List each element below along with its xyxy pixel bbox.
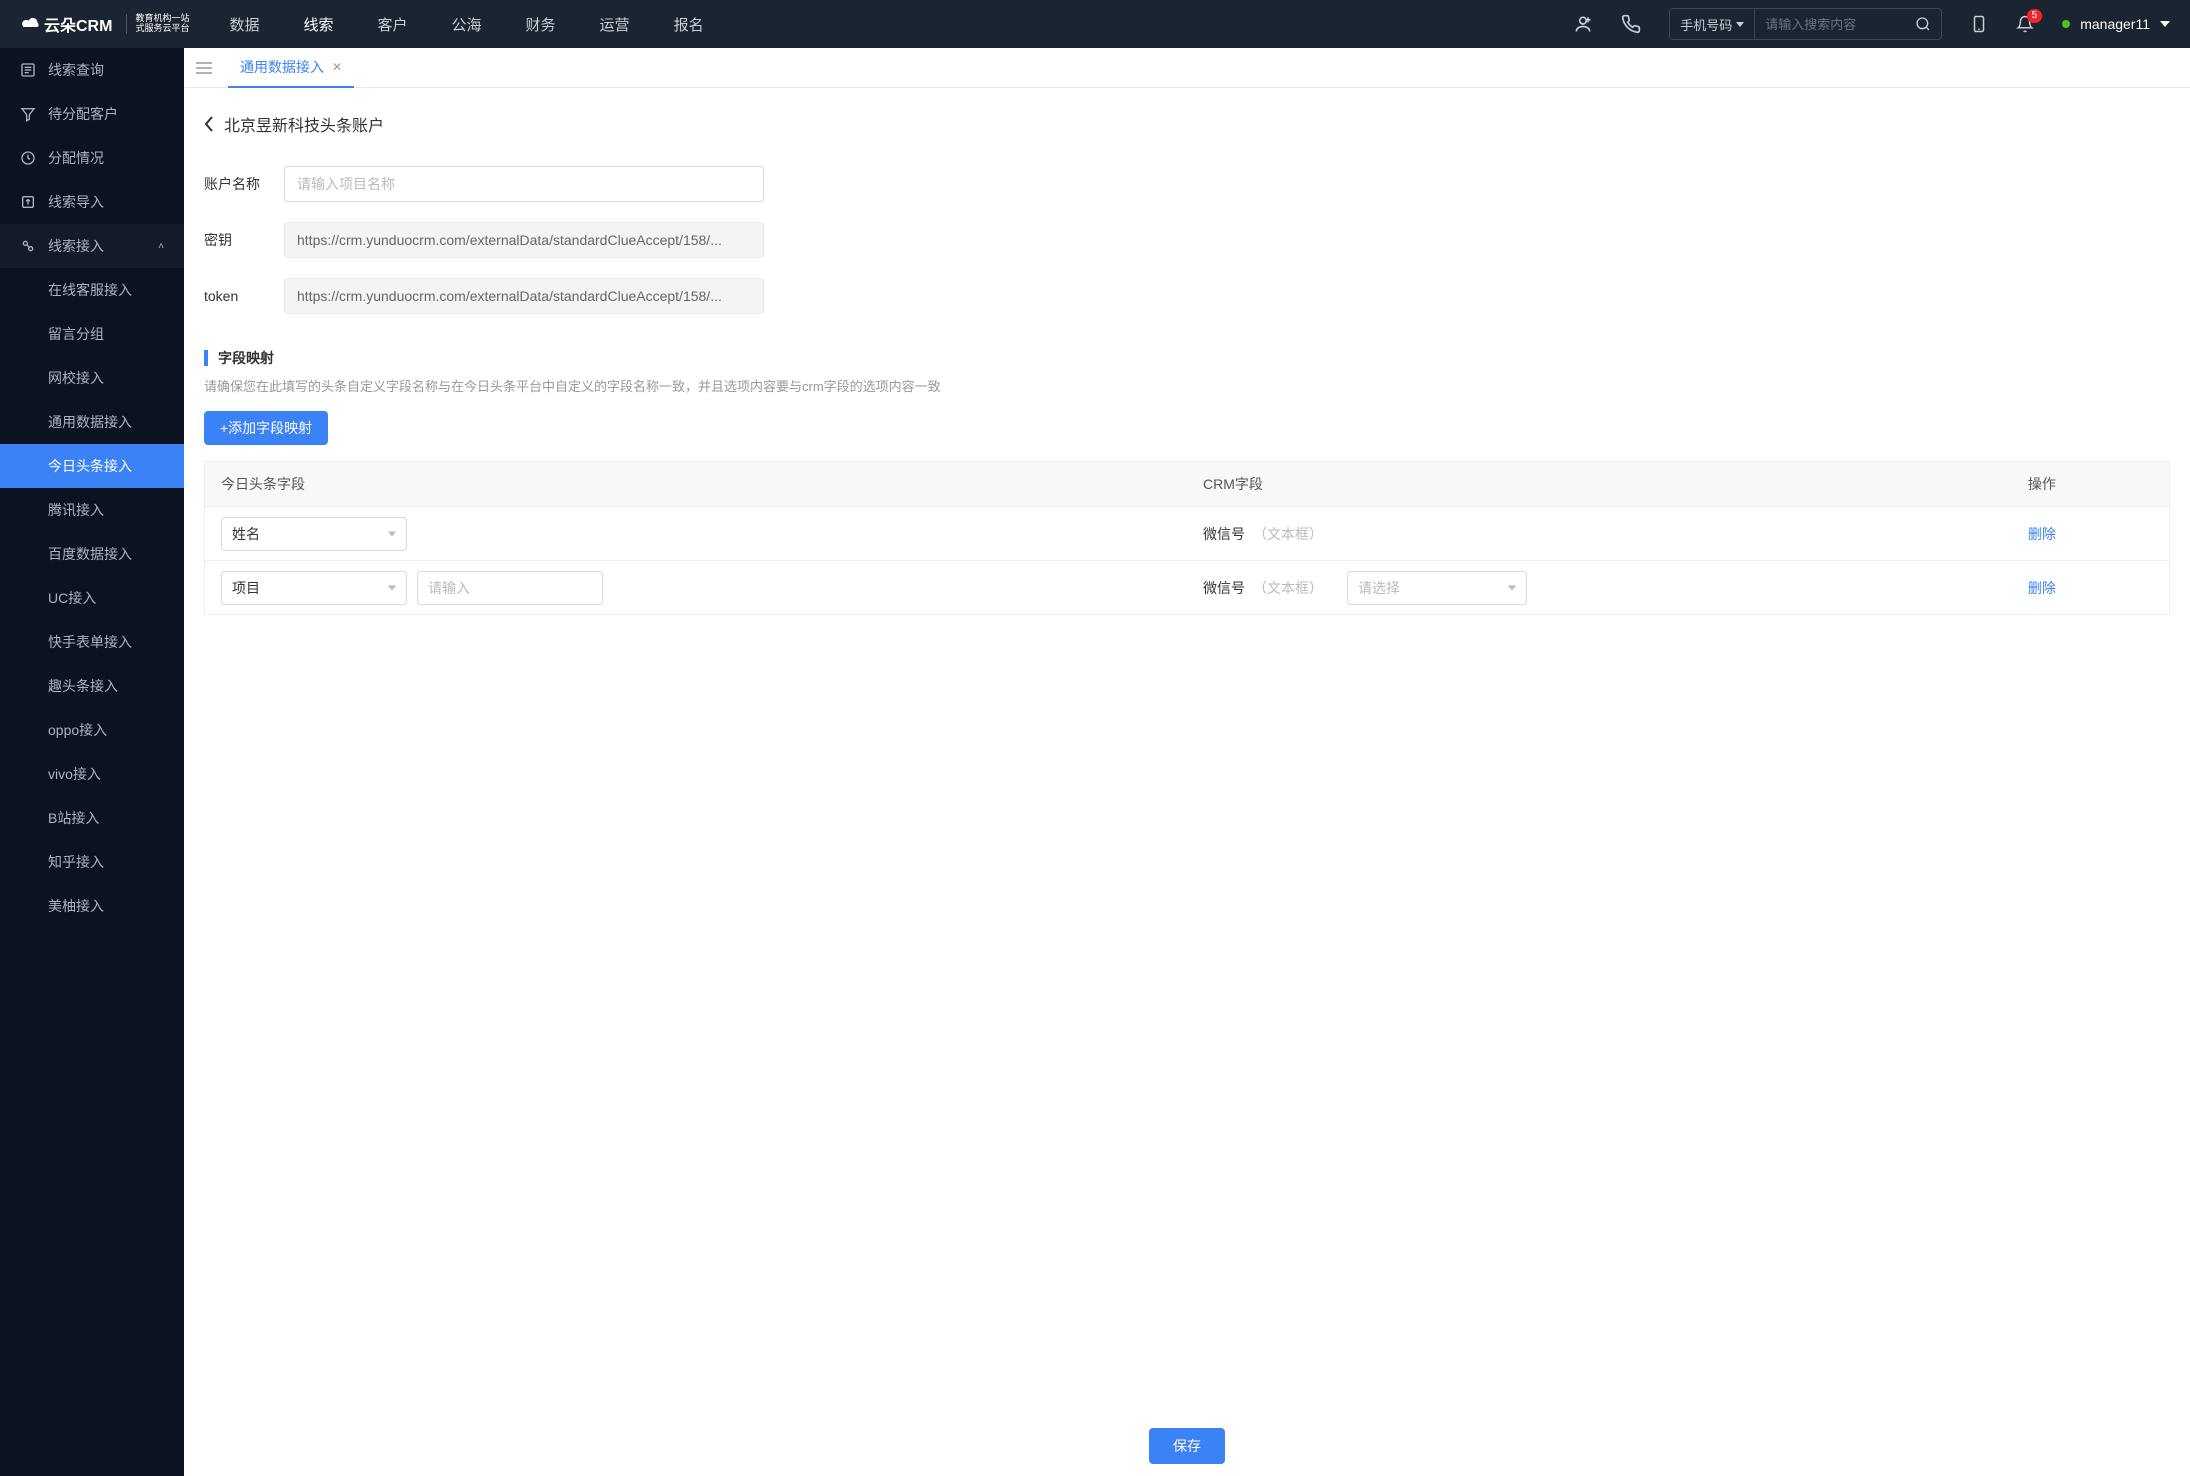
add-mapping-button[interactable]: +添加字段映射 [204,411,328,445]
token-label: token [204,288,284,304]
sidebar-item[interactable]: 线索导入 [0,180,184,224]
sidebar-sub-item[interactable]: vivo接入 [0,752,184,796]
sidebar-item[interactable]: 待分配客户 [0,92,184,136]
col-crm: CRM字段 [1187,474,2012,494]
crm-field-hint: （文本框） [1253,524,1323,544]
nav-item[interactable]: 运营 [600,14,630,35]
plug-icon [20,238,36,254]
save-button[interactable]: 保存 [1149,1428,1225,1464]
tabs-bar: 通用数据接入 ✕ [184,48,2190,88]
mapping-title: 字段映射 [218,348,274,368]
section-bar-icon [204,350,208,366]
tab-item[interactable]: 通用数据接入 ✕ [228,48,354,88]
sidebar-sub-item[interactable]: 快手表单接入 [0,620,184,664]
nav-item[interactable]: 报名 [674,14,704,35]
sidebar-sub-item[interactable]: 网校接入 [0,356,184,400]
crm-field-select[interactable]: 请选择 [1347,571,1527,605]
brand-name: 云朵CRM [44,12,112,36]
account-name-input[interactable] [284,166,764,202]
sidebar-item[interactable]: 线索接入˄ [0,224,184,268]
toutiao-field-select[interactable]: 项目 [221,571,407,605]
secret-input[interactable] [284,222,764,258]
sidebar-sub-item[interactable]: 留言分组 [0,312,184,356]
nav-item[interactable]: 数据 [229,14,259,35]
sidebar: 线索查询待分配客户分配情况线索导入线索接入˄在线客服接入留言分组网校接入通用数据… [0,48,184,1476]
crm-field-hint: （文本框） [1253,578,1323,598]
delete-link[interactable]: 删除 [2028,526,2056,542]
nav-item[interactable]: 公海 [452,14,482,35]
phone-icon[interactable] [1970,15,1988,33]
sidebar-sub-item[interactable]: 今日头条接入 [0,444,184,488]
crm-field-label: 微信号 [1203,524,1245,544]
toutiao-field-select[interactable]: 姓名 [221,517,407,551]
sidebar-collapse-icon[interactable] [196,61,212,75]
chevron-down-icon [2160,21,2170,27]
col-toutiao: 今日头条字段 [205,474,1187,494]
sidebar-sub-item[interactable]: 在线客服接入 [0,268,184,312]
logo: 云朵CRM 教育机构一站 式服务云平台 [20,12,189,36]
sidebar-sub-item[interactable]: 趣头条接入 [0,664,184,708]
table-row: 姓名 微信号 （文本框） 删除 [205,506,2169,560]
sidebar-sub-item[interactable]: 腾讯接入 [0,488,184,532]
cloud-icon [20,16,42,32]
status-dot-icon [2062,20,2070,28]
sidebar-item[interactable]: 线索查询 [0,48,184,92]
tab-label: 通用数据接入 [240,57,324,77]
nav-item[interactable]: 客户 [378,14,408,35]
sidebar-sub-item[interactable]: 美柚接入 [0,884,184,928]
page-content: 北京昱新科技头条账户 账户名称 密钥 token 字段映射 [184,88,2190,1476]
export-icon [20,194,36,210]
bell-icon[interactable]: 5 [2016,15,2034,33]
table-header: 今日头条字段 CRM字段 操作 [205,462,2169,506]
sidebar-sub-item[interactable]: B站接入 [0,796,184,840]
clock-icon [20,150,36,166]
account-name-label: 账户名称 [204,174,284,194]
search-type-select[interactable]: 手机号码 [1670,9,1755,39]
add-user-icon[interactable] [1573,14,1593,34]
filter-icon [20,106,36,122]
toutiao-field-input[interactable] [417,571,603,605]
mapping-desc: 请确保您在此填写的头条自定义字段名称与在今日头条平台中自定义的字段名称一致，并且… [184,376,2190,395]
crm-field-label: 微信号 [1203,578,1245,598]
list-icon [20,62,36,78]
call-icon[interactable] [1621,14,1641,34]
logo-mark: 云朵CRM [20,12,112,36]
sidebar-sub-item[interactable]: oppo接入 [0,708,184,752]
sidebar-sub-item[interactable]: UC接入 [0,576,184,620]
nav-item[interactable]: 财务 [526,14,556,35]
main-content: 通用数据接入 ✕ 北京昱新科技头条账户 账户名称 密钥 [184,48,2190,1476]
nav-item[interactable]: 线索 [303,14,333,35]
chevron-up-icon: ˄ [158,241,164,252]
search-box: 手机号码 [1669,8,1942,40]
search-input[interactable] [1755,17,1905,32]
tab-close-icon[interactable]: ✕ [332,60,342,74]
sidebar-sub-item[interactable]: 百度数据接入 [0,532,184,576]
page-title: 北京昱新科技头条账户 [224,112,384,136]
back-icon[interactable] [204,116,214,132]
col-action: 操作 [2012,474,2169,494]
user-menu[interactable]: manager11 [2062,16,2170,32]
table-row: 项目 微信号 （文本框） 请选择 删除 [205,560,2169,614]
sidebar-sub-item[interactable]: 通用数据接入 [0,400,184,444]
search-icon[interactable] [1905,16,1941,32]
mapping-table: 今日头条字段 CRM字段 操作 姓名微信号（文本框）删除项目微信号（文本框）请选… [204,461,2170,615]
notification-badge: 5 [2027,9,2043,23]
top-header: 云朵CRM 教育机构一站 式服务云平台 数据 线索 客户 公海 财务 运营 报名 手机号码 [0,0,2190,48]
sidebar-sub-item[interactable]: 知乎接入 [0,840,184,884]
footer-bar: 保存 [184,1416,2190,1476]
token-input[interactable] [284,278,764,314]
top-nav: 数据 线索 客户 公海 财务 运营 报名 [229,14,703,35]
brand-sub: 教育机构一站 式服务云平台 [126,14,189,34]
user-name: manager11 [2080,16,2150,32]
secret-label: 密钥 [204,230,284,250]
delete-link[interactable]: 删除 [2028,580,2056,596]
sidebar-item[interactable]: 分配情况 [0,136,184,180]
